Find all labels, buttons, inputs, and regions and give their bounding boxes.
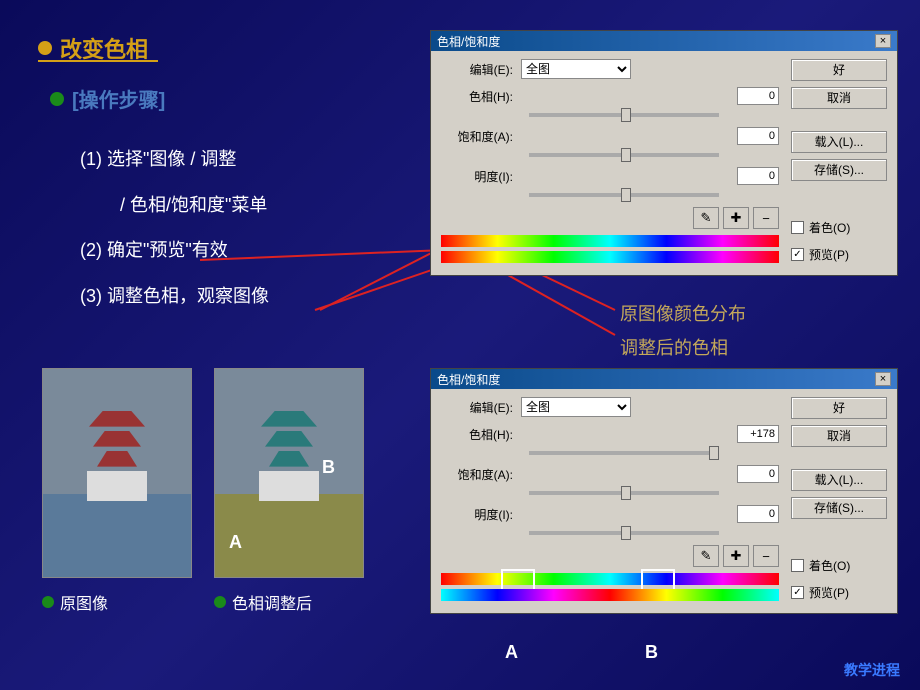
light-slider[interactable] bbox=[529, 531, 719, 535]
annotation-adjusted: 调整后的色相 bbox=[620, 334, 746, 360]
preview-checkbox[interactable]: ✓ bbox=[791, 586, 804, 599]
edit-label: 编辑(E): bbox=[441, 399, 521, 416]
edit-select[interactable]: 全图 bbox=[521, 59, 631, 79]
ok-button[interactable]: 好 bbox=[791, 397, 887, 419]
hue-strip-original bbox=[441, 235, 779, 247]
colorize-checkbox[interactable] bbox=[791, 221, 804, 234]
bullet-dot bbox=[42, 596, 54, 608]
sat-slider[interactable] bbox=[529, 153, 719, 157]
light-input[interactable]: 0 bbox=[737, 505, 779, 523]
eyedropper-plus-icon[interactable]: ✚ bbox=[723, 207, 749, 229]
adjusted-image-label: 色相调整后 bbox=[214, 590, 364, 614]
colorize-label: 着色(O) bbox=[809, 557, 850, 574]
light-input[interactable]: 0 bbox=[737, 167, 779, 185]
marker-label-a: A bbox=[505, 642, 518, 663]
edit-label: 编辑(E): bbox=[441, 61, 521, 78]
main-heading-underline bbox=[38, 60, 158, 62]
eyedropper-icon[interactable]: ✎ bbox=[693, 545, 719, 567]
image-examples: A B bbox=[42, 368, 364, 578]
preview-row[interactable]: ✓ 预览(P) bbox=[791, 584, 887, 601]
hue-input[interactable]: +178 bbox=[737, 425, 779, 443]
hue-input[interactable]: 0 bbox=[737, 87, 779, 105]
original-image-label: 原图像 bbox=[42, 590, 192, 614]
adjusted-image: A B bbox=[214, 368, 364, 578]
close-icon[interactable]: × bbox=[875, 372, 891, 386]
eyedropper-plus-icon[interactable]: ✚ bbox=[723, 545, 749, 567]
slider-handle[interactable] bbox=[621, 486, 631, 500]
colorize-row[interactable]: 着色(O) bbox=[791, 557, 887, 574]
dialog-title-bar[interactable]: 色相/饱和度 × bbox=[431, 31, 897, 51]
colorize-row[interactable]: 着色(O) bbox=[791, 219, 887, 236]
step-3: (3) 调整色相，观察图像 bbox=[80, 277, 269, 317]
sub-heading-text: [操作步骤] bbox=[72, 84, 165, 113]
bullet-dot bbox=[50, 92, 64, 106]
hue-label: 色相(H): bbox=[441, 426, 521, 443]
preview-label: 预览(P) bbox=[809, 584, 849, 601]
close-icon[interactable]: × bbox=[875, 34, 891, 48]
slider-handle[interactable] bbox=[621, 526, 631, 540]
colorize-checkbox[interactable] bbox=[791, 559, 804, 572]
annotations: 原图像颜色分布 调整后的色相 bbox=[620, 300, 746, 368]
hue-sat-dialog-top: 色相/饱和度 × 编辑(E): 全图 色相(H): 0 饱和度(A): 0 明度… bbox=[430, 30, 898, 276]
load-button[interactable]: 载入(L)... bbox=[791, 469, 887, 491]
load-button[interactable]: 载入(L)... bbox=[791, 131, 887, 153]
eyedropper-icon[interactable]: ✎ bbox=[693, 207, 719, 229]
dialog-title-bar[interactable]: 色相/饱和度 × bbox=[431, 369, 897, 389]
slider-handle[interactable] bbox=[621, 108, 631, 122]
dialog-title: 色相/饱和度 bbox=[437, 371, 500, 388]
sat-input[interactable]: 0 bbox=[737, 465, 779, 483]
original-image bbox=[42, 368, 192, 578]
light-slider[interactable] bbox=[529, 193, 719, 197]
hue-strip-adjusted bbox=[441, 251, 779, 263]
hue-label: 色相(H): bbox=[441, 88, 521, 105]
label-text: 原图像 bbox=[60, 590, 108, 614]
slider-handle[interactable] bbox=[621, 148, 631, 162]
annotation-original: 原图像颜色分布 bbox=[620, 300, 746, 326]
steps-list: (1) 选择"图像 / 调整 / 色相/饱和度"菜单 (2) 确定"预览"有效 … bbox=[80, 140, 269, 322]
bullet-dot bbox=[38, 41, 52, 55]
edit-select[interactable]: 全图 bbox=[521, 397, 631, 417]
sat-label: 饱和度(A): bbox=[441, 128, 521, 145]
dialog-title: 色相/饱和度 bbox=[437, 33, 500, 50]
slider-handle[interactable] bbox=[709, 446, 719, 460]
step-1b: / 色相/饱和度"菜单 bbox=[80, 186, 269, 226]
sub-heading: [操作步骤] bbox=[50, 84, 165, 113]
cancel-button[interactable]: 取消 bbox=[791, 87, 887, 109]
pagoda-illustration bbox=[254, 411, 324, 511]
pagoda-illustration bbox=[82, 411, 152, 511]
eyedropper-minus-icon[interactable]: − bbox=[753, 545, 779, 567]
image-labels: 原图像 色相调整后 bbox=[42, 590, 364, 614]
hue-strip-adjusted bbox=[441, 589, 779, 601]
eyedropper-minus-icon[interactable]: − bbox=[753, 207, 779, 229]
step-2: (2) 确定"预览"有效 bbox=[80, 231, 269, 271]
cancel-button[interactable]: 取消 bbox=[791, 425, 887, 447]
footer-link[interactable]: 教学进程 bbox=[844, 660, 900, 680]
label-text: 色相调整后 bbox=[232, 590, 312, 614]
save-button[interactable]: 存储(S)... bbox=[791, 159, 887, 181]
preview-row[interactable]: ✓ 预览(P) bbox=[791, 246, 887, 263]
preview-checkbox[interactable]: ✓ bbox=[791, 248, 804, 261]
light-label: 明度(I): bbox=[441, 506, 521, 523]
overlay-b: B bbox=[322, 457, 335, 478]
light-label: 明度(I): bbox=[441, 168, 521, 185]
hue-slider[interactable] bbox=[529, 451, 719, 455]
sat-label: 饱和度(A): bbox=[441, 466, 521, 483]
preview-label: 预览(P) bbox=[809, 246, 849, 263]
slider-handle[interactable] bbox=[621, 188, 631, 202]
hue-strip-original bbox=[441, 573, 779, 585]
bullet-dot bbox=[214, 596, 226, 608]
step-1a: (1) 选择"图像 / 调整 bbox=[80, 140, 269, 180]
sat-slider[interactable] bbox=[529, 491, 719, 495]
ok-button[interactable]: 好 bbox=[791, 59, 887, 81]
save-button[interactable]: 存储(S)... bbox=[791, 497, 887, 519]
colorize-label: 着色(O) bbox=[809, 219, 850, 236]
sat-input[interactable]: 0 bbox=[737, 127, 779, 145]
hue-slider[interactable] bbox=[529, 113, 719, 117]
hue-sat-dialog-bottom: 色相/饱和度 × 编辑(E): 全图 色相(H): +178 饱和度(A): 0… bbox=[430, 368, 898, 614]
marker-label-b: B bbox=[645, 642, 658, 663]
overlay-a: A bbox=[229, 532, 242, 553]
